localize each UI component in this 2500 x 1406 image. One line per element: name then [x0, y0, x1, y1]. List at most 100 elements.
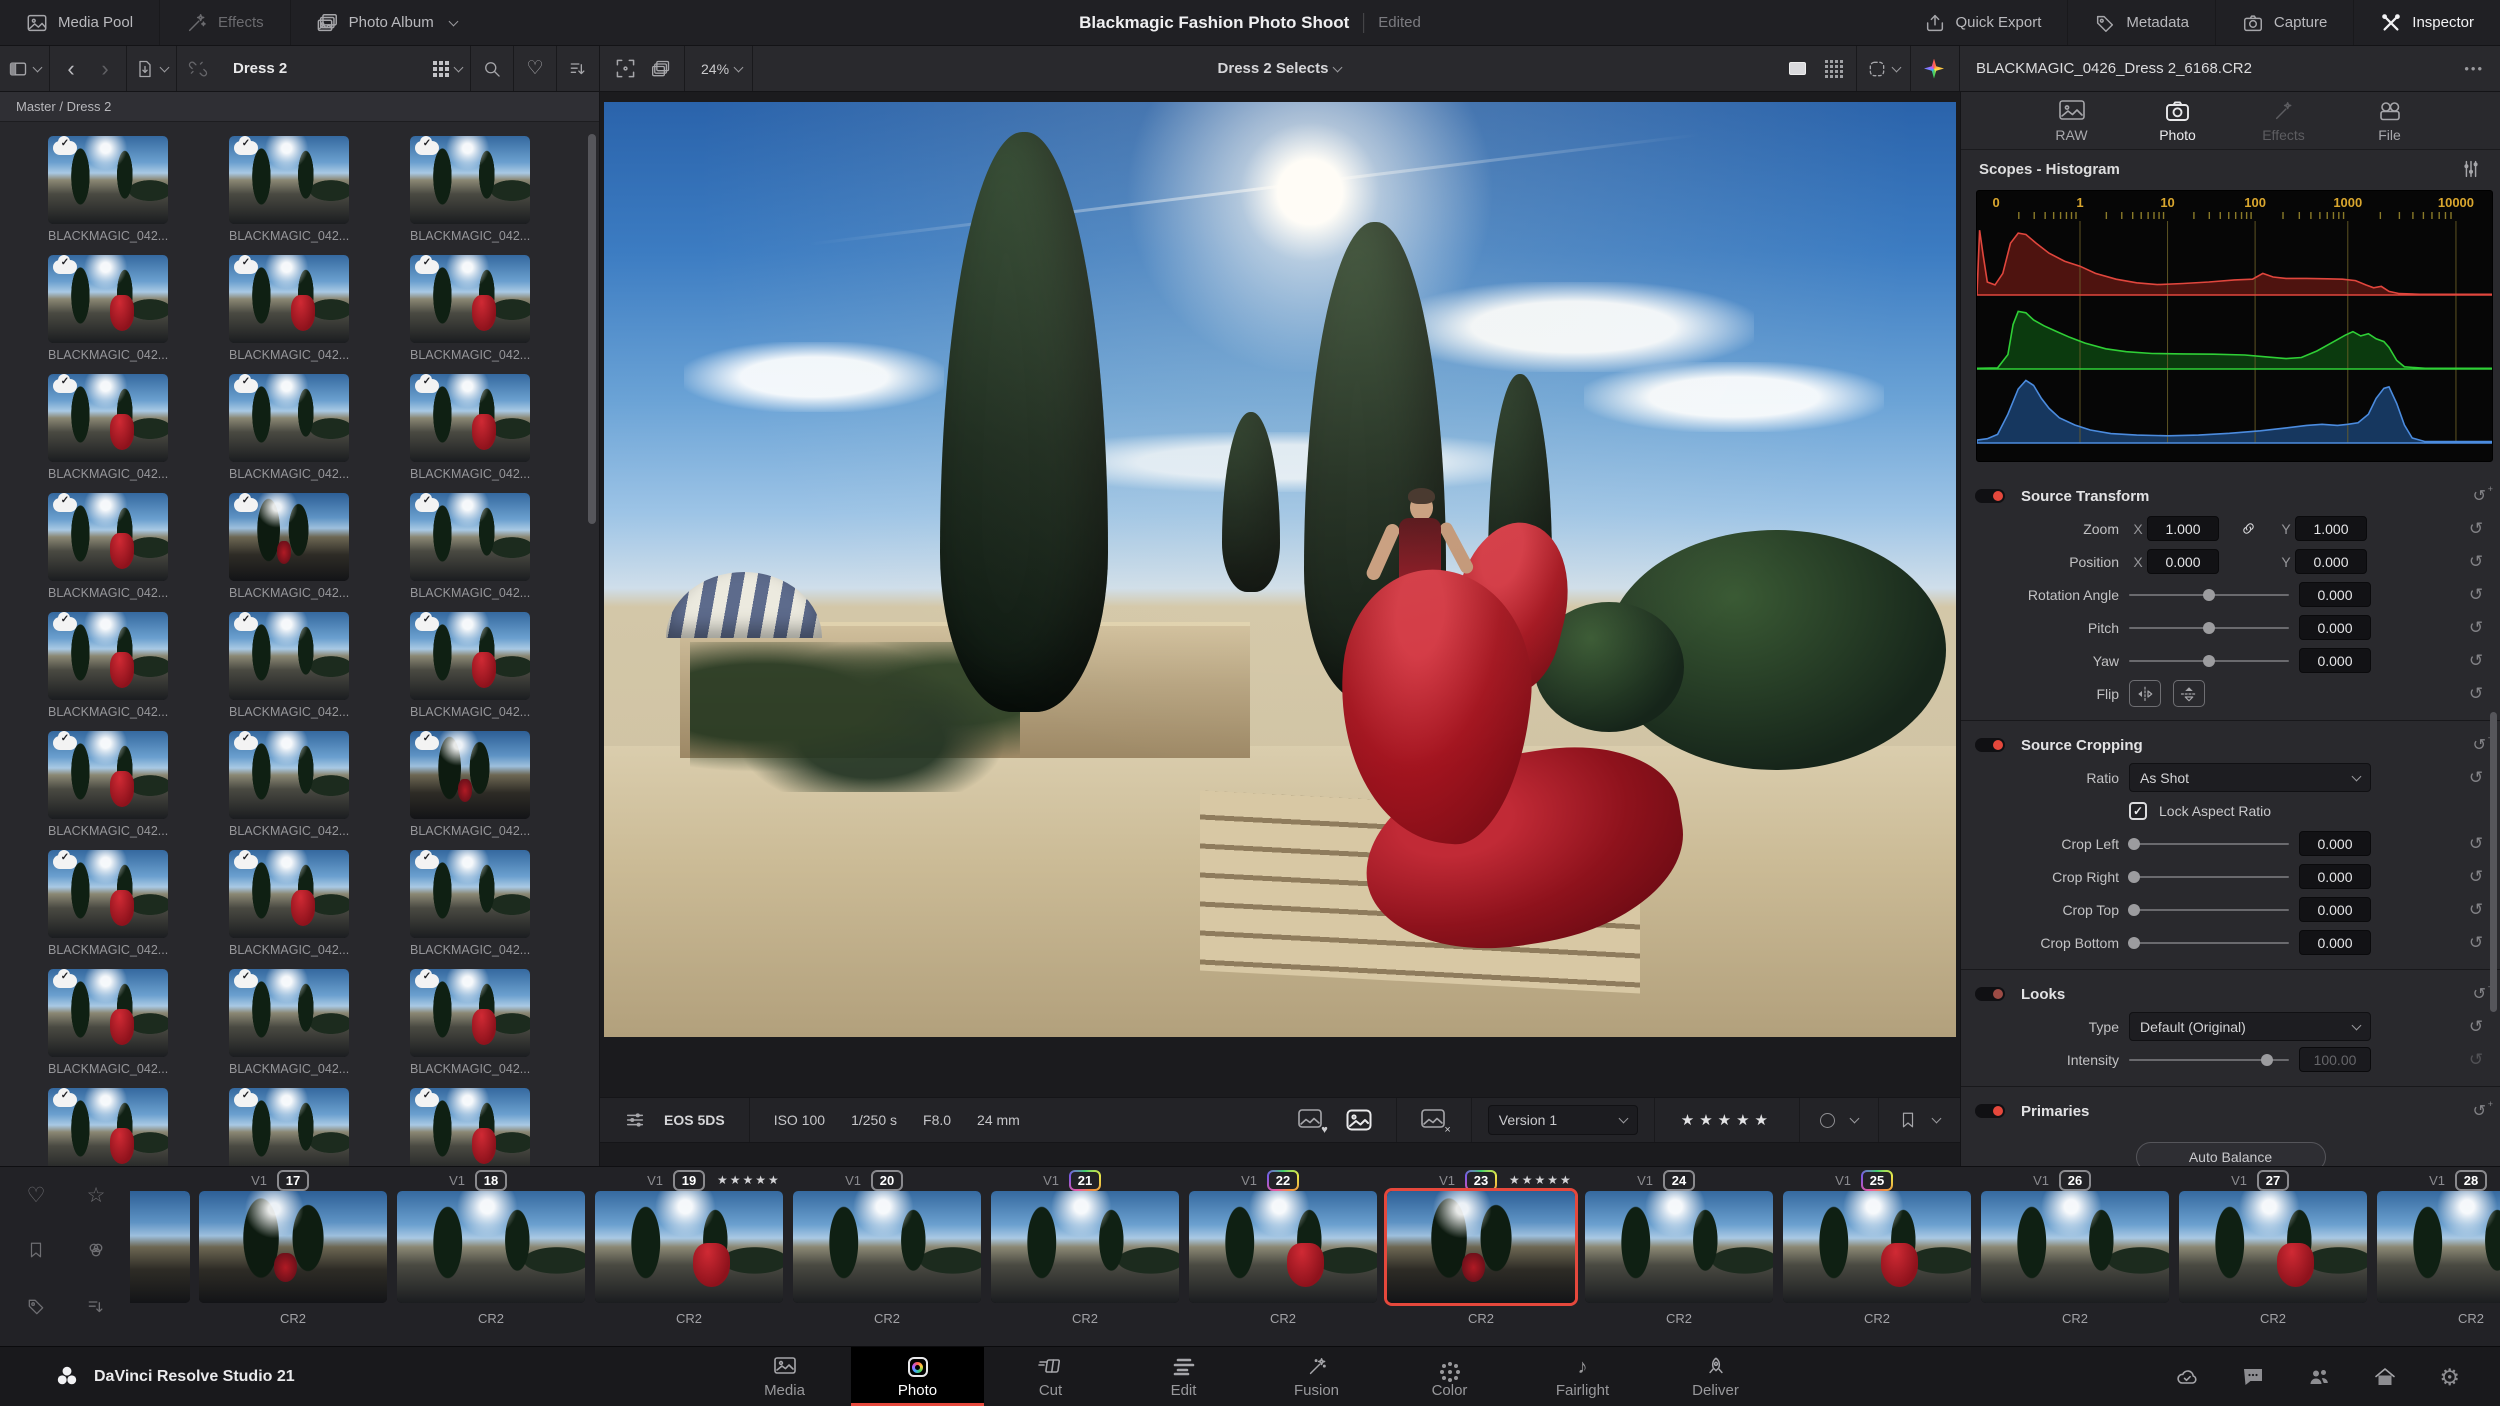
- reset-icon[interactable]: ↺: [2466, 933, 2486, 953]
- page-deliver[interactable]: Deliver: [1649, 1347, 1782, 1406]
- ratio-dropdown[interactable]: As Shot: [2129, 763, 2371, 792]
- forward-button[interactable]: ›: [92, 53, 118, 85]
- filmstrip-thumbnail[interactable]: [1189, 1191, 1377, 1303]
- reset-icon[interactable]: ↺: [2466, 867, 2486, 887]
- filmstrip-item[interactable]: V1 18 CR2: [397, 1167, 585, 1326]
- media-grid-cell[interactable]: ✓ BLACKMAGIC_042...: [229, 136, 349, 243]
- filmstrip-item[interactable]: V1 19 ★★★★★ CR2: [595, 1167, 783, 1326]
- slider-track[interactable]: [2128, 870, 2289, 883]
- tab-file[interactable]: File: [2346, 92, 2434, 149]
- unlink-button[interactable]: [185, 53, 211, 85]
- media-thumbnail[interactable]: ✓: [48, 493, 168, 581]
- filmstrip-item[interactable]: V1 23 ★★★★★ CR2: [1387, 1167, 1575, 1326]
- page-fusion[interactable]: Fusion: [1250, 1347, 1383, 1406]
- filmstrip-partial-thumb[interactable]: [130, 1191, 190, 1303]
- slider-value-field[interactable]: [2299, 831, 2371, 856]
- filmstrip-thumbnail[interactable]: [595, 1191, 783, 1303]
- settings-gear-icon[interactable]: ⚙: [2439, 1364, 2460, 1391]
- filmstrip-item[interactable]: V1 21 CR2: [991, 1167, 1179, 1326]
- reset-icon[interactable]: ↺: [2466, 585, 2486, 605]
- version-dropdown[interactable]: Version 1: [1487, 1105, 1638, 1135]
- filmstrip-thumbnail[interactable]: [2377, 1191, 2500, 1303]
- media-grid-cell[interactable]: ✓ BLACKMAGIC_042...: [229, 612, 349, 719]
- intensity-value-field[interactable]: [2299, 1047, 2371, 1072]
- home-icon[interactable]: [2373, 1366, 2397, 1388]
- reset-icon[interactable]: ↺: [2466, 618, 2486, 638]
- filmstrip-item[interactable]: V1 28 CR2: [2377, 1167, 2500, 1326]
- media-thumbnail[interactable]: ✓: [410, 850, 530, 938]
- media-thumbnail[interactable]: ✓: [410, 374, 530, 462]
- media-thumbnail[interactable]: ✓: [229, 136, 349, 224]
- pick-reject-button[interactable]: ×: [1420, 1109, 1451, 1136]
- page-cut[interactable]: Cut: [984, 1347, 1117, 1406]
- filmstrip-item[interactable]: V1 22 CR2: [1189, 1167, 1377, 1326]
- search-button[interactable]: [479, 53, 505, 85]
- slider-value-field[interactable]: [2299, 930, 2371, 955]
- lock-aspect-checkbox[interactable]: ✓: [2129, 801, 2147, 820]
- tab-photo[interactable]: Photo: [2134, 92, 2222, 149]
- media-grid-scrollbar[interactable]: [588, 134, 596, 524]
- filmstrip-thumbnail[interactable]: [1387, 1191, 1575, 1303]
- focus-mask-button[interactable]: [1867, 53, 1902, 85]
- filmstrip-item[interactable]: V1 20 CR2: [793, 1167, 981, 1326]
- quick-export-button[interactable]: Quick Export: [1898, 0, 2068, 45]
- keyframe-reset-icon[interactable]: ↺+: [2473, 1099, 2493, 1121]
- slider-track[interactable]: [2128, 936, 2289, 949]
- inspector-button[interactable]: Inspector: [2354, 0, 2500, 45]
- reset-icon[interactable]: ↺: [2466, 519, 2486, 539]
- frame-number-badge[interactable]: 23: [1465, 1170, 1497, 1191]
- flip-vertical-button[interactable]: [2173, 680, 2205, 707]
- slider-handle[interactable]: [2128, 837, 2140, 850]
- sort-button[interactable]: [565, 53, 591, 85]
- color-label-icon[interactable]: [1820, 1112, 1835, 1128]
- looks-toggle[interactable]: [1975, 987, 2005, 1001]
- source-cropping-toggle[interactable]: [1975, 738, 2005, 752]
- frame-number-badge[interactable]: 28: [2454, 1169, 2488, 1191]
- media-grid-cell[interactable]: ✓ BLACKMAGIC_042...: [229, 969, 349, 1076]
- slider-track[interactable]: [2129, 621, 2289, 634]
- photo-album-button[interactable]: Photo Album: [291, 0, 483, 45]
- ai-enhance-button[interactable]: [1921, 53, 1947, 85]
- frame-number-badge[interactable]: 25: [1861, 1170, 1893, 1191]
- media-thumbnail[interactable]: ✓: [229, 255, 349, 343]
- page-photo[interactable]: Photo: [851, 1347, 984, 1406]
- filmstrip-thumbnail[interactable]: [397, 1191, 585, 1303]
- slider-track[interactable]: [2129, 654, 2289, 667]
- reset-icon[interactable]: ↺: [2466, 900, 2486, 920]
- look-type-dropdown[interactable]: Default (Original): [2129, 1012, 2371, 1041]
- import-button[interactable]: [135, 53, 170, 85]
- inspector-scrollbar[interactable]: [2490, 712, 2497, 1012]
- media-grid-cell[interactable]: ✓ BLACKMAGIC_042...: [410, 493, 530, 600]
- reset-icon[interactable]: ↺: [2466, 651, 2486, 671]
- filmstrip-item[interactable]: V1 27 CR2: [2179, 1167, 2367, 1326]
- frame-number-badge[interactable]: 17: [276, 1169, 310, 1191]
- media-grid-cell[interactable]: ✓ BLACKMAGIC_042...: [410, 136, 530, 243]
- toggle-panel-button[interactable]: [8, 53, 43, 85]
- media-grid-cell[interactable]: ✓ BLACKMAGIC_042...: [229, 1088, 349, 1166]
- media-grid-cell[interactable]: ✓ BLACKMAGIC_042...: [48, 136, 168, 243]
- slider-value-field[interactable]: [2299, 648, 2371, 673]
- frame-number-badge[interactable]: 18: [474, 1169, 508, 1191]
- viewer-photo[interactable]: [604, 102, 1956, 1037]
- effects-button[interactable]: Effects: [160, 0, 290, 45]
- media-grid-cell[interactable]: ✓ BLACKMAGIC_042...: [410, 969, 530, 1076]
- media-grid-cell[interactable]: ✓ BLACKMAGIC_042...: [48, 850, 168, 957]
- media-thumbnail[interactable]: ✓: [410, 136, 530, 224]
- flag-bookmark-icon[interactable]: [1899, 1110, 1917, 1130]
- page-color[interactable]: Color: [1383, 1347, 1516, 1406]
- media-thumbnail[interactable]: ✓: [229, 1088, 349, 1166]
- position-x-field[interactable]: [2147, 549, 2219, 574]
- media-thumbnail[interactable]: ✓: [48, 255, 168, 343]
- media-grid-cell[interactable]: ✓ BLACKMAGIC_042...: [410, 255, 530, 362]
- reset-icon[interactable]: ↺: [2466, 768, 2486, 788]
- media-grid-cell[interactable]: ✓ BLACKMAGIC_042...: [229, 255, 349, 362]
- slider-value-field[interactable]: [2299, 897, 2371, 922]
- slider-handle[interactable]: [2128, 870, 2140, 883]
- media-thumbnail[interactable]: ✓: [410, 731, 530, 819]
- tag-filter-icon[interactable]: [14, 1297, 58, 1346]
- media-thumbnail[interactable]: ✓: [410, 969, 530, 1057]
- star-rating[interactable]: ★★★★★: [1655, 1111, 1799, 1129]
- link-icon[interactable]: [2240, 520, 2257, 537]
- media-grid-cell[interactable]: ✓ BLACKMAGIC_042...: [229, 850, 349, 957]
- zoom-y-field[interactable]: [2295, 516, 2367, 541]
